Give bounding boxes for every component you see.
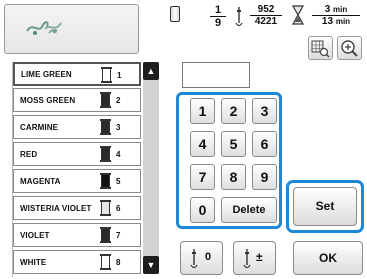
key-7[interactable]: 7 bbox=[190, 164, 215, 190]
pattern-thumbnail bbox=[4, 4, 139, 54]
time-current: 3 bbox=[324, 4, 331, 15]
thread-row[interactable]: MOSS GREEN 2 bbox=[13, 88, 141, 112]
embroidery-pattern-icon bbox=[26, 21, 62, 35]
spool-icon bbox=[100, 227, 111, 243]
color-total: 9 bbox=[214, 17, 222, 29]
thread-list-scrollbar[interactable]: ▲ ▼ bbox=[143, 62, 159, 274]
spool-icon bbox=[100, 254, 111, 270]
key-2[interactable]: 2 bbox=[221, 98, 246, 124]
needle-icon bbox=[235, 7, 243, 27]
needle-adjust-button[interactable]: ± bbox=[233, 241, 276, 275]
time-progress: 3 min 13 min bbox=[312, 4, 360, 27]
set-button[interactable]: Set bbox=[293, 187, 357, 226]
stitch-progress: 952 4221 bbox=[250, 4, 282, 27]
spool-icon bbox=[100, 92, 111, 108]
key-6[interactable]: 6 bbox=[252, 131, 277, 157]
spool-icon bbox=[100, 173, 111, 189]
magnifier-icon bbox=[341, 40, 358, 57]
key-0[interactable]: 0 bbox=[190, 197, 215, 223]
thread-color-list: LIME GREEN 1 MOSS GREEN 2 CARMINE 3 RED … bbox=[12, 62, 141, 277]
key-3[interactable]: 3 bbox=[252, 98, 277, 124]
thread-row[interactable]: MAGENTA 5 bbox=[13, 169, 141, 193]
needle-icon bbox=[243, 249, 251, 269]
spool-icon bbox=[100, 119, 111, 135]
hourglass-icon bbox=[292, 5, 304, 25]
spool-icon bbox=[100, 200, 111, 216]
stitch-current: 952 bbox=[250, 4, 282, 16]
key-1[interactable]: 1 bbox=[190, 98, 215, 124]
time-unit: min bbox=[333, 5, 348, 14]
color-progress: 1 9 bbox=[210, 4, 226, 29]
grid-zoom-button[interactable] bbox=[308, 36, 333, 60]
key-4[interactable]: 4 bbox=[190, 131, 215, 157]
thread-row[interactable]: VIOLET 7 bbox=[13, 223, 141, 247]
grid-zoom-icon bbox=[311, 40, 330, 58]
scroll-down-button[interactable]: ▼ bbox=[143, 256, 159, 274]
stitch-info-bar: 1 9 952 4221 3 min 13 min bbox=[170, 4, 366, 40]
color-current: 1 bbox=[210, 4, 226, 17]
thread-row[interactable]: RED 4 bbox=[13, 142, 141, 166]
plus-minus-label: ± bbox=[256, 250, 263, 264]
delete-button[interactable]: Delete bbox=[221, 197, 277, 223]
scroll-up-button[interactable]: ▲ bbox=[143, 62, 159, 80]
needle-bar-button[interactable]: 0 bbox=[180, 241, 223, 275]
key-9[interactable]: 9 bbox=[252, 164, 277, 190]
needle-icon bbox=[190, 249, 198, 269]
spool-icon bbox=[101, 67, 112, 83]
thread-row[interactable]: WHITE 8 bbox=[13, 250, 141, 274]
spool-icon bbox=[100, 146, 111, 162]
time-unit: min bbox=[335, 17, 351, 26]
spool-icon bbox=[170, 6, 180, 22]
thread-row[interactable]: CARMINE 3 bbox=[13, 115, 141, 139]
needle-count-label: 0 bbox=[205, 251, 212, 263]
time-total: 13 bbox=[321, 16, 334, 27]
stitch-total: 4221 bbox=[254, 16, 278, 27]
key-8[interactable]: 8 bbox=[221, 164, 246, 190]
zoom-in-button[interactable] bbox=[337, 36, 362, 60]
number-display bbox=[182, 62, 250, 88]
ok-button[interactable]: OK bbox=[293, 241, 363, 275]
thread-row[interactable]: LIME GREEN 1 bbox=[13, 62, 141, 86]
thread-row[interactable]: WISTERIA VIOLET 6 bbox=[13, 196, 141, 220]
key-5[interactable]: 5 bbox=[221, 131, 246, 157]
